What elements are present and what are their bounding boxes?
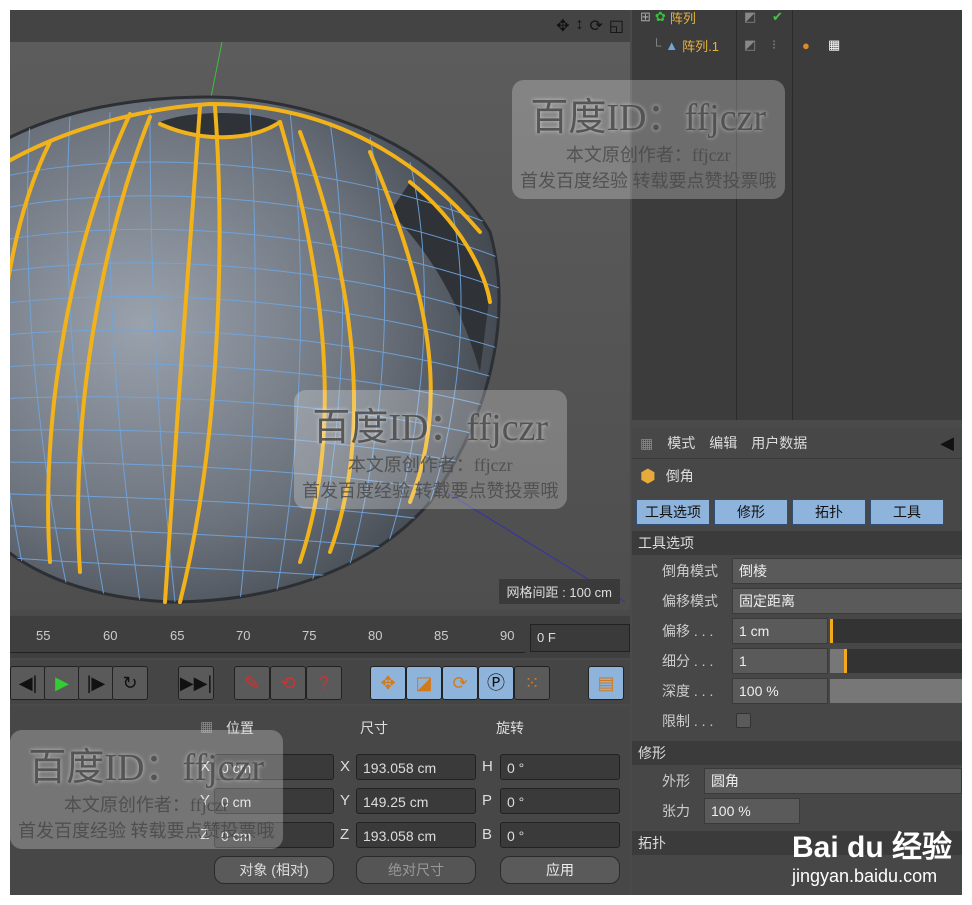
header-rotation: 旋转 [496, 720, 524, 736]
rotation-b-input[interactable]: 0 ° [500, 822, 620, 848]
array-object-icon: ✿ [654, 10, 666, 24]
grip-icon: ▦ [200, 718, 214, 734]
polygon-object-icon: ▲ [665, 37, 679, 53]
bevel-mode-dropdown[interactable]: 倒棱 [732, 558, 962, 584]
viewport-header: ✥ ↕ ⟳ ◱ [10, 10, 630, 42]
menu-user-data[interactable]: 用户数据 [751, 433, 807, 453]
tab-shaping[interactable]: 修形 [714, 499, 788, 525]
bevel-tool-icon: ⬢ [640, 465, 656, 486]
attribute-menubar: ▦ 模式 编辑 用户数据 ◀ [632, 428, 962, 459]
position-x-input[interactable]: 0 cm [214, 754, 334, 780]
layer-toggle-icon[interactable]: ◩ [744, 37, 756, 53]
goto-end-icon[interactable]: ▶▶| [178, 666, 214, 700]
section-shaping: 修形 [632, 741, 962, 765]
param-offset-mode: 偏移模式 固定距离 [632, 585, 962, 615]
enabled-check-icon[interactable]: ✔ [772, 10, 783, 25]
tab-tool[interactable]: 工具 [870, 499, 944, 525]
section-tool-options: 工具选项 [632, 531, 962, 555]
dolly-view-icon[interactable]: ↕ [575, 16, 583, 36]
tab-topology[interactable]: 拓扑 [792, 499, 866, 525]
keyframe-help-icon[interactable]: ? [306, 666, 342, 700]
rotate-key-icon[interactable]: ⟳ [442, 666, 478, 700]
timeline[interactable]: 55 60 65 70 75 80 85 90 0 F [10, 616, 630, 658]
move-key-icon[interactable]: ✥ [370, 666, 406, 700]
baidu-jingyan-logo: Bai du 经验 jingyan.baidu.com [791, 831, 952, 886]
tab-tool-options[interactable]: 工具选项 [636, 499, 710, 525]
rotation-h-input[interactable]: 0 ° [500, 754, 620, 780]
coordinate-mode-dropdown[interactable]: 对象 (相对) [214, 856, 334, 884]
object-name: 阵列.1 [682, 38, 719, 54]
param-shape: 外形 圆角 [632, 765, 962, 795]
rotation-p-input[interactable]: 0 ° [500, 788, 620, 814]
object-row-array[interactable]: ⊞ ✿ 阵列 ◩ ✔ [632, 10, 962, 30]
toggle-view-icon[interactable]: ◱ [609, 16, 624, 36]
param-subdivision: 细分 . . . 1 [632, 645, 962, 675]
grip-icon: ▦ [640, 434, 654, 451]
viewport-nav-icons: ✥ ↕ ⟳ ◱ [556, 16, 624, 36]
timeline-ruler[interactable]: 55 60 65 70 75 80 85 90 [10, 616, 525, 653]
scale-key-icon[interactable]: ◪ [406, 666, 442, 700]
size-z-input[interactable]: 193.058 cm [356, 822, 476, 848]
param-offset: 偏移 . . . 1 cm [632, 615, 962, 645]
attribute-tabs: 工具选项 修形 拓扑 工具 [636, 499, 962, 525]
step-back-icon[interactable]: ◀| [10, 666, 46, 700]
param-tension: 张力 100 % [632, 795, 962, 825]
param-key-icon[interactable]: Ⓟ [478, 666, 514, 700]
lantern-mesh [10, 42, 626, 604]
3d-viewport[interactable]: 网格间距 : 100 cm [10, 42, 630, 610]
play-icon[interactable]: ▶ [44, 666, 80, 700]
limit-checkbox[interactable] [736, 713, 751, 728]
material-tag-icon[interactable]: ● [802, 38, 810, 53]
auto-key-icon[interactable]: ⟲ [270, 666, 306, 700]
object-manager: ⊞ ✿ 阵列 ◩ ✔ └ ▲ 阵列.1 ◩ ⁝ ● ▦ [632, 10, 962, 420]
size-x-input[interactable]: 193.058 cm [356, 754, 476, 780]
position-y-input[interactable]: 0 cm [214, 788, 334, 814]
size-mode-dropdown[interactable]: 绝对尺寸 [356, 856, 476, 884]
subdivision-slider[interactable] [830, 649, 962, 673]
depth-slider[interactable] [830, 679, 962, 703]
coordinates-manager: ▦ 位置 尺寸 旋转 X 0 cm Y 0 cm Z 0 cm X 193.05… [10, 706, 630, 895]
film-strip-icon[interactable]: ▤ [588, 666, 624, 700]
object-row-array-1[interactable]: └ ▲ 阵列.1 ◩ ⁝ ● ▦ [632, 32, 962, 58]
param-bevel-mode: 倒角模式 倒棱 [632, 555, 962, 585]
layer-toggle-icon[interactable]: ◩ [744, 10, 756, 25]
menu-mode[interactable]: 模式 [667, 433, 695, 453]
point-level-icon[interactable]: ⁙ [514, 666, 550, 700]
apply-button[interactable]: 应用 [500, 856, 620, 884]
offset-slider[interactable] [830, 619, 962, 643]
grid-spacing-label: 网格间距 : 100 cm [498, 579, 620, 604]
offset-mode-dropdown[interactable]: 固定距离 [732, 588, 962, 614]
move-view-icon[interactable]: ✥ [556, 16, 569, 36]
shape-dropdown[interactable]: 圆角 [704, 768, 962, 794]
header-size: 尺寸 [360, 720, 388, 736]
object-name: 阵列 [669, 10, 696, 26]
subdivision-input[interactable]: 1 [732, 648, 828, 674]
visibility-dots-icon[interactable]: ⁝ [772, 37, 776, 53]
current-frame-field[interactable]: 0 F [530, 624, 630, 652]
menu-edit[interactable]: 编辑 [709, 433, 737, 453]
tool-title: 倒角 [665, 468, 694, 484]
tool-header: ⬢ 倒角 [632, 459, 962, 493]
tree-expand-icon[interactable]: ⊞ [640, 10, 651, 25]
c4d-window: ✥ ↕ ⟳ ◱ 网格间距: 100 cm ⊞ ✿ 阵列 ◩ ✔ └ ▲ 阵列.… [10, 10, 962, 895]
header-position: 位置 [226, 720, 254, 736]
position-z-input[interactable]: 0 cm [214, 822, 334, 848]
param-depth: 深度 . . . 100 % [632, 675, 962, 705]
size-y-input[interactable]: 149.25 cm [356, 788, 476, 814]
step-forward-icon[interactable]: |▶ [78, 666, 114, 700]
transport-bar: ◀| ▶ |▶ ↻ ▶▶| ✎ ⟲ ? ✥ ◪ ⟳ Ⓟ ⁙ ▤ [10, 660, 630, 704]
texture-tag-icon[interactable]: ▦ [828, 37, 840, 53]
rotate-view-icon[interactable]: ⟳ [589, 16, 602, 36]
param-limit: 限制 . . . [632, 705, 962, 735]
loop-icon[interactable]: ↻ [112, 666, 148, 700]
offset-input[interactable]: 1 cm [732, 618, 828, 644]
depth-input[interactable]: 100 % [732, 678, 828, 704]
tension-input[interactable]: 100 % [704, 798, 800, 824]
record-key-icon[interactable]: ✎ [234, 666, 270, 700]
back-arrow-icon[interactable]: ◀ [940, 433, 954, 454]
